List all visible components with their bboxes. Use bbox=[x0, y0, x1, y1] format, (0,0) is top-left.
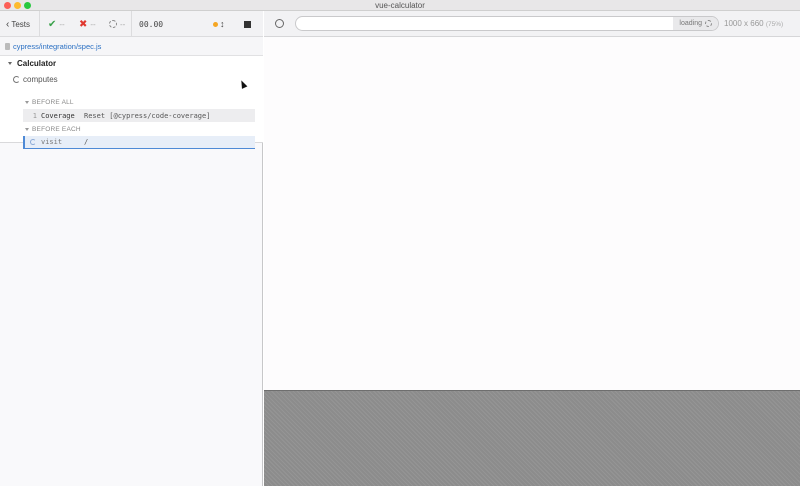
suite-title[interactable]: Calculator bbox=[8, 59, 56, 68]
loading-spinner-icon bbox=[705, 20, 712, 27]
spinner-icon bbox=[30, 139, 36, 145]
command-row-active[interactable]: visit / bbox=[23, 136, 255, 149]
aut-background bbox=[264, 390, 800, 486]
window-title: vue-calculator bbox=[375, 1, 425, 10]
pending-count-value: -- bbox=[120, 19, 126, 29]
viewport-info[interactable]: 1000 x 660 (75%) bbox=[724, 19, 783, 28]
stop-icon bbox=[244, 20, 251, 28]
failed-count-value: -- bbox=[90, 19, 96, 29]
command-name: visit bbox=[41, 138, 63, 146]
failed-count[interactable]: ✖ -- bbox=[79, 11, 96, 37]
loading-label: loading bbox=[679, 20, 702, 27]
url-input[interactable]: loading bbox=[295, 16, 719, 31]
toolbar-divider bbox=[131, 11, 132, 37]
hook-before-each[interactable]: BEFORE EACH bbox=[25, 126, 81, 133]
suite-title-text: Calculator bbox=[17, 59, 57, 68]
reporter-toolbar: ‹ Tests ✔ -- ✖ -- -- 00.00 ↕ bbox=[0, 11, 263, 37]
hook-before-each-label: BEFORE EACH bbox=[32, 126, 81, 133]
command-row[interactable]: 1 Coverage Reset [@cypress/code-coverage… bbox=[23, 109, 255, 122]
loading-indicator: loading bbox=[673, 17, 718, 30]
command-number: 1 bbox=[32, 111, 37, 120]
x-icon: ✖ bbox=[79, 18, 88, 30]
chevron-left-icon: ‹ bbox=[6, 18, 10, 30]
test-title-text: computes bbox=[23, 75, 58, 84]
back-to-tests-button[interactable]: ‹ Tests bbox=[6, 11, 30, 37]
arrows-vertical-icon: ↕ bbox=[220, 19, 225, 29]
test-title[interactable]: computes bbox=[13, 75, 58, 84]
runnables-list: Calculator computes BEFORE ALL 1 Coverag… bbox=[0, 56, 263, 149]
viewport-size: 1000 x 660 bbox=[724, 19, 764, 28]
spec-file-row: cypress/integration/spec.js bbox=[0, 37, 263, 56]
stop-button[interactable] bbox=[244, 11, 251, 37]
check-icon: ✔ bbox=[48, 18, 57, 30]
back-to-tests-label: Tests bbox=[11, 19, 31, 29]
orange-dot-icon bbox=[213, 21, 218, 27]
toolbar-divider bbox=[39, 11, 40, 37]
run-timer: 00.00 bbox=[139, 19, 164, 29]
viewport-scale: (75%) bbox=[765, 21, 784, 28]
command-message: / bbox=[84, 138, 89, 146]
passed-count[interactable]: ✔ -- bbox=[48, 11, 65, 37]
aut-iframe[interactable] bbox=[264, 38, 800, 390]
caret-down-icon bbox=[25, 101, 29, 104]
hook-before-all-label: BEFORE ALL bbox=[32, 99, 74, 106]
refresh-icon bbox=[13, 76, 20, 83]
file-icon bbox=[5, 42, 10, 50]
autoscroll-toggle[interactable]: ↕ bbox=[213, 11, 225, 37]
passed-count-value: -- bbox=[59, 19, 65, 29]
command-message: Reset [@cypress/code-coverage] bbox=[84, 111, 211, 120]
selector-playground-icon[interactable] bbox=[275, 19, 284, 28]
window-titlebar: vue-calculator bbox=[0, 0, 800, 11]
reporter-panel: ‹ Tests ✔ -- ✖ -- -- 00.00 ↕ cypress/int… bbox=[0, 11, 263, 486]
caret-down-icon bbox=[25, 128, 29, 131]
spec-file-link[interactable]: cypress/integration/spec.js bbox=[13, 42, 101, 51]
circle-notch-icon bbox=[109, 20, 117, 28]
hook-before-all[interactable]: BEFORE ALL bbox=[25, 99, 74, 106]
pending-count[interactable]: -- bbox=[109, 11, 125, 37]
caret-down-icon bbox=[8, 62, 12, 65]
command-name: Coverage bbox=[41, 111, 75, 120]
app-under-test-panel: loading 1000 x 660 (75%) bbox=[264, 11, 800, 486]
url-bar: loading 1000 x 660 (75%) bbox=[264, 11, 800, 37]
